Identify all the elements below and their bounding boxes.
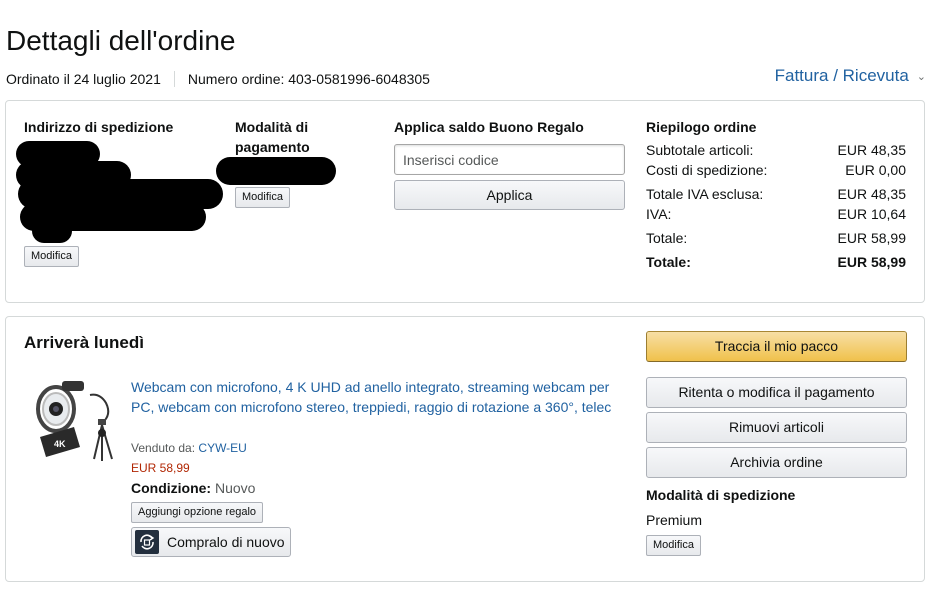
payment-method-title: Modalità di pagamento xyxy=(235,119,310,155)
summary-label: Totale: xyxy=(646,254,691,270)
retry-payment-button[interactable]: Ritenta o modifica il pagamento xyxy=(646,377,907,408)
summary-total-row: Totale: EUR 58,99 xyxy=(646,252,906,272)
summary-label: Subtotale articoli: xyxy=(646,142,754,158)
summary-value: EUR 0,00 xyxy=(845,162,906,178)
edit-address-button[interactable]: Modifica xyxy=(24,246,79,267)
gift-card-title: Applica saldo Buono Regalo xyxy=(394,119,584,135)
order-summary-title: Riepilogo ordine xyxy=(646,119,757,135)
order-meta: Ordinato il 24 luglio 2021 Numero ordine… xyxy=(6,71,430,87)
buy-again-button[interactable]: Compralo di nuovo xyxy=(131,527,291,557)
summary-row: Subtotale articoli: EUR 48,35 xyxy=(646,140,906,160)
add-gift-option-button[interactable]: Aggiungi opzione regalo xyxy=(131,502,264,523)
summary-value: EUR 48,35 xyxy=(837,186,906,202)
sold-by: Venduto da: CYW-EU xyxy=(131,441,247,455)
sold-by-label: Venduto da: xyxy=(131,441,196,455)
summary-row: Totale IVA esclusa: EUR 48,35 xyxy=(646,184,906,204)
summary-row: IVA: EUR 10,64 xyxy=(646,204,906,224)
summary-value: EUR 10,64 xyxy=(837,206,906,222)
invoice-link-label[interactable]: Fattura / Ricevuta xyxy=(775,66,909,86)
summary-value: EUR 58,99 xyxy=(837,254,906,270)
condition-label: Condizione: xyxy=(131,480,212,496)
seller-link[interactable]: CYW-EU xyxy=(198,441,246,455)
product-badge: 4K xyxy=(54,439,66,449)
summary-label: Costi di spedizione: xyxy=(646,162,768,178)
buy-again-icon[interactable] xyxy=(135,530,159,554)
edit-shipping-button[interactable]: Modifica xyxy=(646,535,701,556)
summary-label: IVA: xyxy=(646,206,672,222)
invoice-link[interactable]: Fattura / Ricevuta ⌄ xyxy=(775,66,926,86)
summary-row: Totale: EUR 58,99 xyxy=(646,228,906,248)
redacted-payment xyxy=(216,157,336,185)
apply-gift-button[interactable]: Applica xyxy=(394,180,625,210)
order-number: Numero ordine: 403-0581996-6048305 xyxy=(187,71,430,87)
summary-value: EUR 48,35 xyxy=(837,142,906,158)
summary-value: EUR 58,99 xyxy=(837,230,906,246)
shipping-address-title: Indirizzo di spedizione xyxy=(24,119,174,135)
order-date: Ordinato il 24 luglio 2021 xyxy=(6,71,161,87)
remove-items-button[interactable]: Rimuovi articoli xyxy=(646,412,907,443)
archive-order-button[interactable]: Archivia ordine xyxy=(646,447,907,478)
product-image[interactable]: 4K xyxy=(28,375,120,467)
page-title: Dettagli dell'ordine xyxy=(6,25,236,56)
shipping-method-value: Premium xyxy=(646,512,703,528)
track-package-button[interactable]: Traccia il mio pacco xyxy=(646,331,907,362)
summary-label: Totale IVA esclusa: xyxy=(646,186,764,202)
shipping-method-title: Modalità di spedizione xyxy=(646,487,796,503)
product-price: EUR 58,99 xyxy=(131,461,190,475)
divider xyxy=(173,71,175,87)
product-condition: Condizione: Nuovo xyxy=(131,480,255,496)
summary-row: Costi di spedizione: EUR 0,00 xyxy=(646,160,906,180)
buy-again-label[interactable]: Compralo di nuovo xyxy=(167,534,285,550)
gift-code-input[interactable] xyxy=(394,144,625,175)
order-info-box: Indirizzo di spedizione Modifica Modalit… xyxy=(5,100,925,303)
delivery-estimate: Arriverà lunedì xyxy=(24,333,144,352)
edit-payment-button[interactable]: Modifica xyxy=(235,187,290,208)
summary-label: Totale: xyxy=(646,230,688,246)
shipment-box: Arriverà lunedì 4K Webcam con microfono,… xyxy=(5,316,925,582)
chevron-down-icon[interactable]: ⌄ xyxy=(917,70,926,83)
condition-value: Nuovo xyxy=(215,480,256,496)
product-title-link[interactable]: Webcam con microfono, 4 K UHD ad anello … xyxy=(131,377,621,417)
redacted-address xyxy=(32,219,72,243)
